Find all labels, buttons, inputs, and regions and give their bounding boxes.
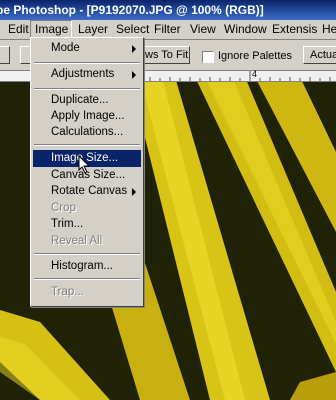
menu-item-rotate-canvas-label: Rotate Canvas bbox=[51, 185, 128, 197]
menu-item-mode-label: Mode bbox=[51, 42, 80, 54]
submenu-arrow-icon bbox=[132, 71, 136, 79]
resize-windows-to-fit-label: ws To Fit bbox=[145, 49, 189, 61]
menu-item-mode[interactable]: Mode bbox=[33, 40, 141, 57]
menu-separator bbox=[34, 144, 140, 146]
menu-item-duplicate[interactable]: Duplicate... bbox=[33, 92, 141, 109]
menu-edit[interactable]: Edit bbox=[4, 20, 33, 39]
mouse-cursor-icon bbox=[78, 155, 91, 174]
submenu-arrow-icon bbox=[132, 45, 136, 53]
menu-item-apply-image[interactable]: Apply Image... bbox=[33, 108, 141, 125]
menu-window[interactable]: Window bbox=[220, 20, 271, 39]
menu-item-rotate-canvas[interactable]: Rotate Canvas bbox=[33, 183, 141, 200]
menu-separator bbox=[34, 278, 140, 280]
menu-help[interactable]: He bbox=[318, 20, 336, 39]
menu-item-reveal-all[interactable]: Reveal All bbox=[33, 233, 141, 250]
submenu-arrow-icon bbox=[132, 188, 136, 196]
menu-separator bbox=[34, 253, 140, 255]
menu-item-adjustments[interactable]: Adjustments bbox=[33, 66, 141, 83]
actual-pixels-button[interactable]: Actual bbox=[303, 46, 336, 64]
ruler-label: 4 bbox=[252, 69, 258, 79]
menu-filter[interactable]: Filter bbox=[150, 20, 185, 39]
menu-separator bbox=[34, 62, 140, 64]
window-title-bar: be Photoshop - [P9192070.JPG @ 100% (RGB… bbox=[0, 0, 336, 20]
ignore-palettes-checkbox[interactable] bbox=[202, 51, 214, 63]
actual-pixels-label: Actual bbox=[310, 49, 336, 61]
window-title: be Photoshop - [P9192070.JPG @ 100% (RGB… bbox=[0, 3, 264, 17]
menu-item-trap[interactable]: Trap... bbox=[33, 284, 141, 301]
ignore-palettes-label: Ignore Palettes bbox=[218, 50, 292, 62]
menu-view[interactable]: View bbox=[186, 20, 220, 39]
tool-preset-button[interactable] bbox=[0, 46, 10, 64]
menu-item-crop[interactable]: Crop bbox=[33, 200, 141, 217]
menu-item-trim[interactable]: Trim... bbox=[33, 216, 141, 233]
menu-item-histogram[interactable]: Histogram... bbox=[33, 258, 141, 275]
menu-extensis[interactable]: Extensis bbox=[268, 20, 321, 39]
menu-item-adjustments-label: Adjustments bbox=[51, 68, 115, 80]
menu-item-calculations[interactable]: Calculations... bbox=[33, 124, 141, 141]
menu-separator bbox=[34, 88, 140, 90]
